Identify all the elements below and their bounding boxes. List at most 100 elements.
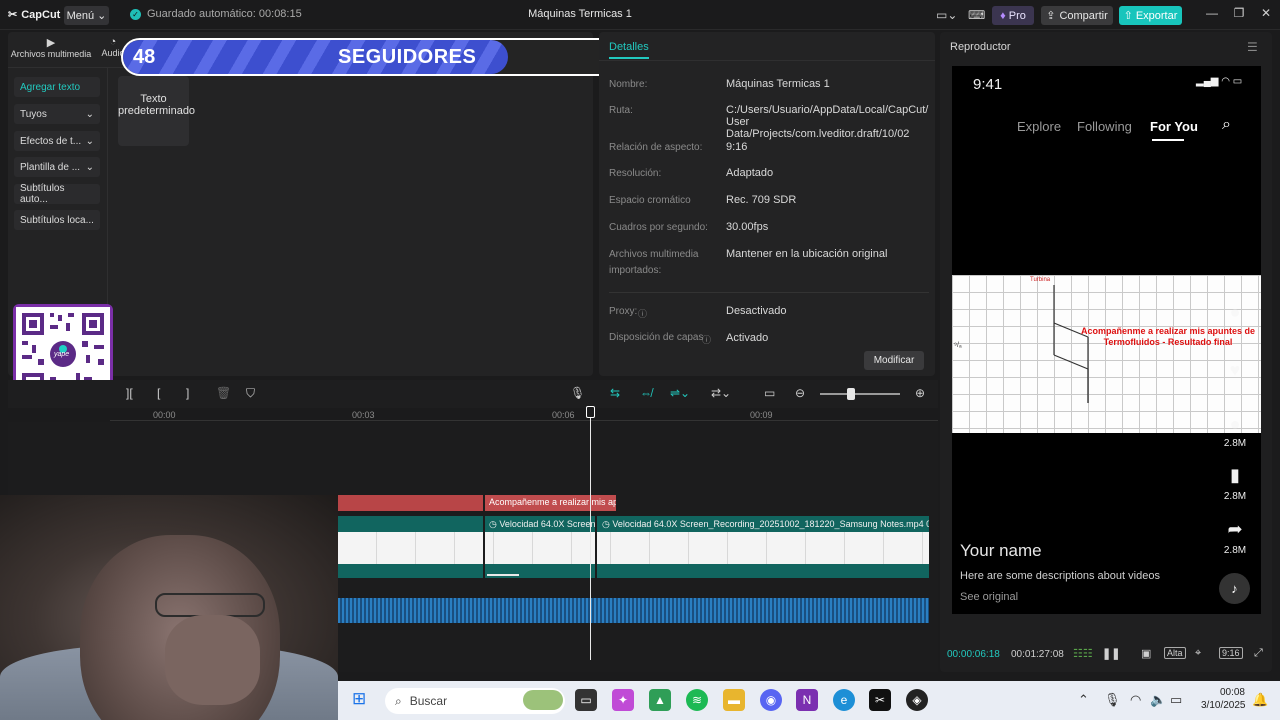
chevron-down-icon: ⌄	[85, 135, 94, 147]
quality-button[interactable]: Alta	[1164, 647, 1186, 659]
drive-icon[interactable]: ▲	[649, 689, 671, 711]
ruler-tick: 00:03	[352, 410, 375, 420]
edge-icon[interactable]: e	[833, 689, 855, 711]
media-icon: ▶	[46, 37, 56, 49]
ratio-button[interactable]: 9:16	[1219, 647, 1243, 659]
zoom-slider-track[interactable]	[820, 393, 900, 395]
onenote-icon[interactable]: N	[796, 689, 818, 711]
file-explorer-icon[interactable]: ▬	[723, 689, 745, 711]
phone-description: Here are some descriptions about videos	[960, 570, 1160, 582]
split-icon[interactable]: ][	[126, 386, 133, 400]
microphone-icon[interactable]: 🎙	[1104, 692, 1121, 708]
zoom-out-icon[interactable]: ⊖	[795, 386, 805, 400]
sidebar-item-text-effects[interactable]: Efectos de t... ⌄	[14, 131, 100, 151]
text-clip[interactable]	[338, 495, 483, 511]
windows-start-icon[interactable]: ⊞	[352, 689, 366, 709]
app-icon[interactable]: ◈	[906, 689, 928, 711]
svg-text:⁹/ₐ: ⁹/ₐ	[954, 342, 962, 349]
detail-label: Resolución:	[609, 168, 662, 179]
volume-icon[interactable]: 🔈	[1150, 692, 1166, 708]
share-button[interactable]: ⇪ Compartir	[1041, 6, 1113, 25]
layout-icon[interactable]: ▭⌄	[936, 8, 957, 22]
snapshot-icon[interactable]: ▣	[1141, 647, 1151, 660]
export-icon: ⇧	[1123, 10, 1133, 22]
audio-track[interactable]	[338, 598, 929, 623]
magnet-link-icon[interactable]: ⇆	[610, 386, 620, 400]
keyboard-icon[interactable]: ⌨	[968, 8, 985, 22]
detail-label: Disposición de capas	[609, 332, 704, 343]
shield-icon[interactable]: ⛉	[246, 386, 255, 401]
tab-active-indicator	[609, 57, 649, 59]
detail-label: Espacio cromático	[609, 195, 691, 206]
microphone-icon[interactable]: 🎙	[570, 386, 585, 400]
webcam-person-glasses	[155, 593, 265, 617]
playhead-handle[interactable]	[586, 406, 595, 418]
info-icon[interactable]: ⓘ	[638, 307, 647, 320]
search-icon: ⌕	[1222, 116, 1231, 133]
tab-media[interactable]: ▶ Archivos multimedia	[10, 36, 92, 59]
detail-value: Adaptado	[726, 167, 774, 179]
wifi-icon[interactable]: ◠	[1130, 692, 1141, 708]
export-button[interactable]: ⇧ Exportar	[1119, 6, 1182, 25]
battery-icon[interactable]: ▭	[1170, 692, 1182, 708]
current-time: 00:00:06:18	[947, 649, 1000, 660]
ruler-tick: 00:09	[750, 410, 773, 420]
menu-icon[interactable]: ☰	[1247, 40, 1258, 54]
discord-icon[interactable]: ◉	[760, 689, 782, 711]
details-separator	[609, 292, 929, 293]
modify-button[interactable]: Modificar	[864, 351, 924, 370]
default-text-card[interactable]: Texto predeterminado	[118, 76, 195, 146]
preview-axis-icon[interactable]: ⇄⌄	[711, 386, 731, 400]
spotify-icon[interactable]: ≋	[686, 689, 708, 711]
playhead[interactable]	[590, 408, 591, 660]
detail-label: Cuadros por segundo:	[609, 222, 708, 233]
phone-see-original: See original	[960, 591, 1019, 603]
widget-image-icon[interactable]	[523, 690, 563, 710]
sidebar-item-add-text[interactable]: Agregar texto	[14, 77, 100, 97]
sidebar-item-local-captions[interactable]: Subtítulos loca...	[14, 210, 100, 230]
menu-button[interactable]: Menú ⌄	[64, 6, 109, 25]
avatar-icon: ●	[1229, 302, 1241, 322]
fullscreen-icon[interactable]: ⤢	[1254, 647, 1263, 660]
capcut-taskbar-icon[interactable]: ✂	[869, 689, 891, 711]
link-icon[interactable]: ⇌⌄	[670, 386, 690, 400]
info-icon[interactable]: ⓘ	[702, 333, 711, 346]
phone-clock: 9:41	[973, 76, 1003, 93]
zoom-in-icon[interactable]: ⊕	[915, 386, 925, 400]
pro-button[interactable]: ♦ Pro	[992, 6, 1034, 25]
notifications-icon[interactable]: 🔔	[1252, 692, 1268, 708]
sidebar-item-templates[interactable]: Plantilla de ... ⌄	[14, 157, 100, 177]
fit-icon[interactable]: ⌖	[1195, 647, 1201, 660]
sidebar-item-yours[interactable]: Tuyos ⌄	[14, 104, 100, 124]
video-clip-label: ◷ Velocidad 64.0X Screen	[487, 518, 595, 531]
trim-right-icon[interactable]: ]	[186, 386, 189, 400]
chevron-up-icon[interactable]: ⌃	[1078, 692, 1089, 708]
zoom-slider-handle[interactable]	[847, 388, 855, 400]
trim-left-icon[interactable]: [	[157, 386, 160, 400]
turbine-sketch: ⁹/ₐ	[954, 285, 1089, 403]
followers-title: SEGUIDORES	[338, 46, 477, 68]
video-caption-overlay: Acompañenme a realizar mis apuntes de Te…	[1080, 326, 1256, 347]
copilot-icon[interactable]: ✦	[612, 689, 634, 711]
delete-icon[interactable]: 🗑	[216, 386, 231, 400]
ruler-tick: 00:00	[153, 410, 176, 420]
detail-label: Ruta:	[609, 105, 633, 116]
maximize-icon[interactable]: ❐	[1229, 6, 1249, 20]
sidebar-item-auto-captions[interactable]: Subtítulos auto...	[14, 183, 100, 205]
detail-label: Proxy:	[609, 306, 638, 317]
grid-icon[interactable]: ☷☷	[1073, 647, 1093, 660]
taskbar-clock[interactable]: 00:08 3/10/2025	[1201, 686, 1246, 712]
task-view-icon[interactable]: ▭	[575, 689, 597, 711]
minimize-icon[interactable]: —	[1202, 6, 1222, 20]
auto-snap-icon[interactable]: ⇎	[640, 386, 652, 400]
text-clip-selected[interactable]: Acompañenme a realizar mis apuntes	[485, 495, 616, 511]
share-count: 2.8M	[1223, 545, 1247, 556]
heart-icon: ♥	[1229, 360, 1241, 380]
close-icon[interactable]: ✕	[1256, 6, 1276, 20]
chevron-down-icon: ⌄	[85, 108, 94, 120]
pause-icon[interactable]: ❚❚	[1102, 647, 1120, 660]
yape-caption: yape	[54, 351, 70, 358]
screen-icon[interactable]: ▭	[764, 386, 775, 400]
tab-details[interactable]: Detalles	[609, 41, 649, 53]
speed-curve-marker	[487, 574, 519, 576]
